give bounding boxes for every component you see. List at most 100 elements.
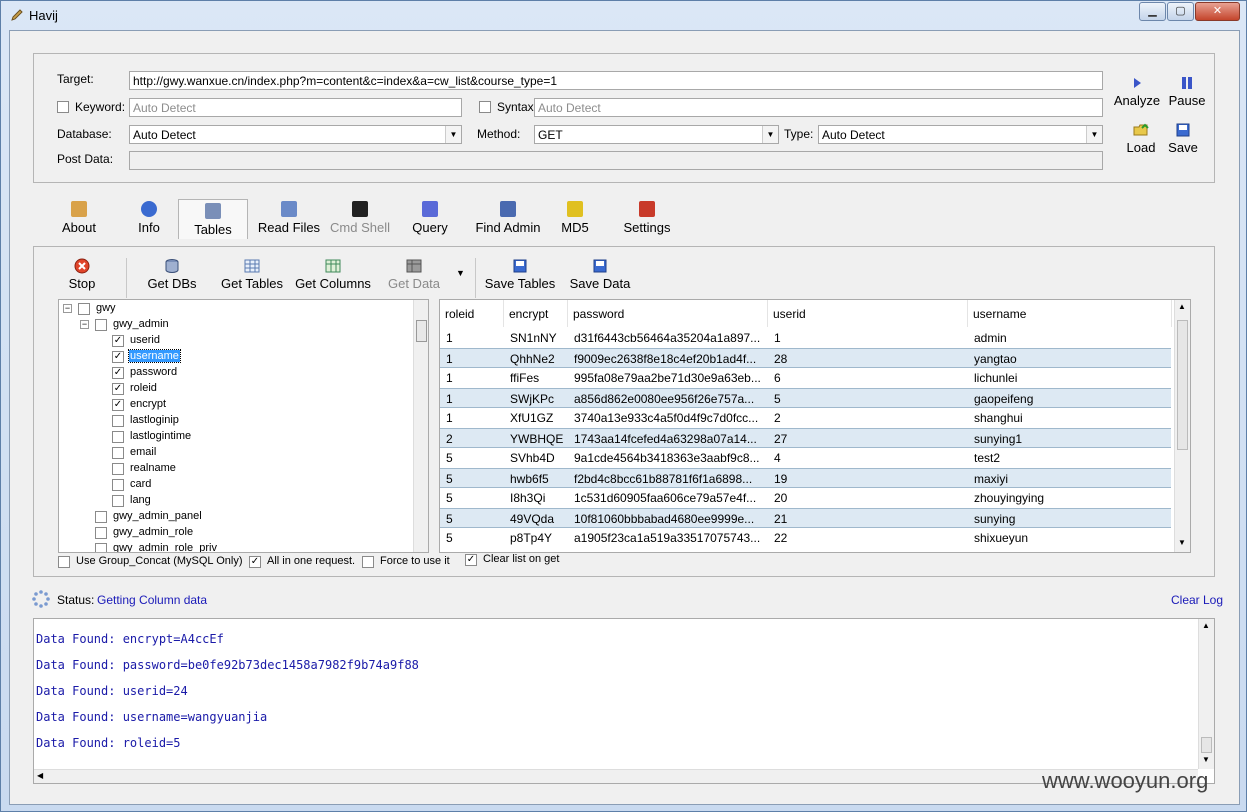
table-cell: 4 (774, 451, 781, 465)
tree-checkbox[interactable]: ✓ (112, 351, 124, 363)
chevron-up-icon[interactable]: ▲ (1202, 621, 1210, 630)
get-data-dropdown-icon[interactable]: ▼ (456, 268, 465, 278)
column-header[interactable]: roleid (440, 300, 504, 327)
column-header[interactable]: password (568, 300, 768, 327)
maximize-button[interactable]: ▢ (1167, 2, 1194, 21)
table-cell: 2 (774, 411, 781, 425)
postdata-input[interactable] (129, 151, 1103, 170)
table-cell: 5 (774, 392, 781, 406)
chevron-down-icon[interactable]: ▼ (1178, 538, 1186, 547)
column-header[interactable]: encrypt (504, 300, 568, 327)
close-button[interactable]: ✕ (1195, 2, 1240, 21)
table-cell: QhhNe2 (510, 352, 555, 366)
tab-about[interactable]: About (49, 201, 109, 235)
chevron-left-icon[interactable]: ◀ (37, 771, 43, 780)
table-row[interactable]: 5 I8h3Qi 1c531d60905faa606ce79a57e4f... 20 z… (440, 488, 1171, 508)
table-row[interactable]: 5 49VQda 10f81060bbbabad4680ee9999e... 21 su… (440, 508, 1171, 528)
stop-button[interactable]: Stop (62, 258, 102, 291)
get-tables-button[interactable]: Get Tables (217, 258, 287, 291)
force-checkbox[interactable] (362, 556, 374, 568)
target-input[interactable]: http://gwy.wanxue.cn/index.php?m=content… (129, 71, 1103, 90)
tree-checkbox[interactable] (112, 447, 124, 459)
minimize-button[interactable]: ▁ (1139, 2, 1166, 21)
log-entry: Data Found: roleid=5 (36, 736, 181, 750)
tab-md5[interactable]: MD5 (558, 201, 592, 235)
table-row[interactable]: 1 SN1nNY d31f6443cb56464a35204a1a897... 1 ad… (440, 328, 1171, 348)
save-button[interactable]: Save (1163, 122, 1203, 155)
collapse-icon[interactable]: − (80, 320, 89, 329)
data-icon (406, 259, 422, 273)
tree-checkbox[interactable] (112, 479, 124, 491)
tree-checkbox[interactable] (95, 511, 107, 523)
table-row[interactable]: 1 SWjKPc a856d862e0080ee956f26e757a... 5 gao… (440, 388, 1171, 408)
keyword-checkbox[interactable] (57, 101, 69, 113)
tree-checkbox[interactable]: ✓ (112, 367, 124, 379)
table-row[interactable]: 5 hwb6f5 f2bd4c8bcc61b88781f6f1a6898... 19 m… (440, 468, 1171, 488)
column-header[interactable]: username (968, 300, 1172, 327)
chevron-down-icon[interactable]: ▼ (1202, 755, 1210, 764)
tree-scrollbar[interactable] (413, 300, 428, 552)
tree-checkbox[interactable]: ✓ (112, 335, 124, 347)
db-tree[interactable]: − gwy − gwy_admin ✓ userid ✓ username ✓ password ✓… (58, 299, 429, 553)
table-cell: SVhb4D (510, 451, 555, 465)
keyword-input[interactable]: Auto Detect (129, 98, 462, 117)
all-in-one-checkbox[interactable]: ✓ (249, 556, 261, 568)
tree-label: username (128, 349, 181, 363)
tree-checkbox[interactable]: ✓ (112, 399, 124, 411)
tab-cmd-shell[interactable]: Cmd Shell (327, 201, 393, 235)
get-data-button[interactable]: Get Data (383, 258, 445, 291)
get-columns-button[interactable]: Get Columns (293, 258, 373, 291)
tab-settings[interactable]: Settings (621, 201, 673, 235)
tree-checkbox[interactable] (95, 543, 107, 552)
table-row[interactable]: 1 XfU1GZ 3740a13e933c4a5f0d4f9c7d0fcc... 2 s… (440, 408, 1171, 428)
log-entry: Data Found: password=be0fe92b73dec1458a7… (36, 658, 419, 672)
tree-checkbox[interactable] (112, 495, 124, 507)
group-concat-checkbox[interactable] (58, 556, 70, 568)
grid-scrollbar[interactable]: ▲ ▼ (1174, 300, 1190, 552)
tab-find-admin[interactable]: Find Admin (466, 201, 550, 235)
log-hscrollbar[interactable]: ◀ (34, 769, 1198, 783)
tree-checkbox[interactable] (95, 527, 107, 539)
query-icon (422, 201, 438, 217)
tree-checkbox[interactable] (95, 319, 107, 331)
type-select[interactable]: Auto Detect ▼ (818, 125, 1103, 144)
log-scrollbar[interactable]: ▲ ▼ (1198, 619, 1214, 769)
analyze-button[interactable]: Analyze (1112, 75, 1162, 108)
table-row[interactable]: 5 p8Tp4Y a1905f23ca1a519a33517075743... 22 s… (440, 528, 1171, 548)
tab-tables[interactable]: Tables (178, 199, 248, 239)
data-grid[interactable]: roleid encrypt password userid username 1 SN1… (439, 299, 1191, 553)
tab-query[interactable]: Query (410, 201, 450, 235)
tree-checkbox[interactable] (112, 463, 124, 475)
pause-button[interactable]: Pause (1165, 75, 1209, 108)
tree-checkbox[interactable] (78, 303, 90, 315)
grid-scroll-thumb[interactable] (1177, 320, 1188, 450)
syntax-input[interactable]: Auto Detect (534, 98, 1103, 117)
database-select[interactable]: Auto Detect ▼ (129, 125, 462, 144)
table-cell: 1c531d60905faa606ce79a57e4f... (574, 491, 757, 505)
table-cell: maxiyi (974, 472, 1009, 486)
tree-scroll-thumb[interactable] (416, 320, 427, 342)
save-tables-button[interactable]: Save Tables (484, 258, 556, 291)
clear-list-checkbox[interactable]: ✓ (465, 554, 477, 566)
tree-checkbox[interactable] (112, 431, 124, 443)
table-row[interactable]: 1 ffiFes 995fa08e79aa2be71d30e9a63eb... 6 li… (440, 368, 1171, 388)
log-panel[interactable]: Data Found: encrypt=A4ccEf Data Found: pa… (33, 618, 1215, 784)
syntax-checkbox[interactable] (479, 101, 491, 113)
tree-checkbox[interactable]: ✓ (112, 383, 124, 395)
tab-read-files[interactable]: Read Files (256, 201, 322, 235)
clear-log-link[interactable]: Clear Log (1171, 593, 1223, 607)
save-data-button[interactable]: Save Data (568, 258, 632, 291)
table-cell: I8h3Qi (510, 491, 546, 505)
tree-checkbox[interactable] (112, 415, 124, 427)
get-dbs-button[interactable]: Get DBs (143, 258, 201, 291)
tab-info[interactable]: Info (127, 201, 171, 235)
collapse-icon[interactable]: − (63, 304, 72, 313)
chevron-up-icon[interactable]: ▲ (1178, 302, 1186, 311)
table-row[interactable]: 2 YWBHQE 1743aa14fcefed4a63298a07a14... 27 s… (440, 428, 1171, 448)
method-select[interactable]: GET ▼ (534, 125, 779, 144)
log-scroll-thumb[interactable] (1201, 737, 1212, 753)
load-button[interactable]: Load (1120, 122, 1162, 155)
table-row[interactable]: 1 QhhNe2 f9009ec2638f8e18c4ef20b1ad4f... 28… (440, 348, 1171, 368)
table-row[interactable]: 5 SVhb4D 9a1cde4564b3418363e3aabf9c8... 4 te… (440, 448, 1171, 468)
column-header[interactable]: userid (768, 300, 968, 327)
